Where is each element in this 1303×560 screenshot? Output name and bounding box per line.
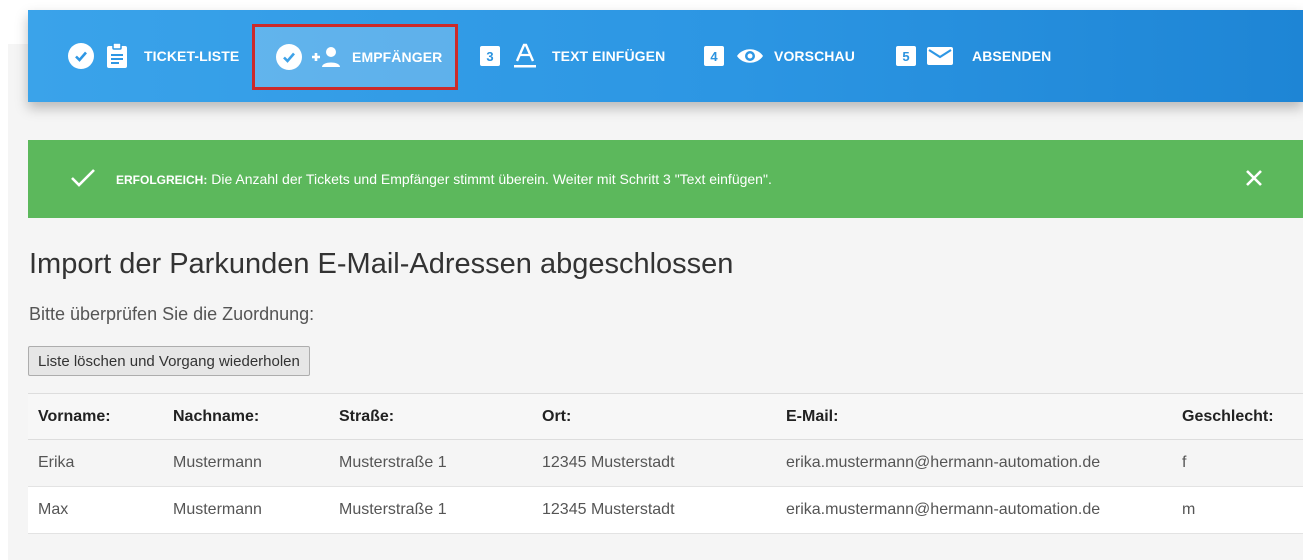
step-empfaenger[interactable]: EMPFÄNGER bbox=[252, 24, 458, 90]
step-number-badge: 4 bbox=[704, 46, 724, 66]
table-cell: Musterstraße 1 bbox=[329, 486, 532, 534]
column-header: E-Mail: bbox=[776, 393, 1172, 440]
eye-icon bbox=[736, 46, 764, 66]
table-cell: erika.mustermann@hermann-automation.de bbox=[776, 486, 1172, 534]
column-header: Straße: bbox=[329, 393, 532, 440]
alert-title: ERFOLGREICH: bbox=[116, 173, 208, 187]
check-circle-icon bbox=[68, 43, 94, 69]
clipboard-icon bbox=[106, 43, 128, 69]
check-circle-icon bbox=[276, 44, 302, 70]
alert-message: ERFOLGREICH: Die Anzahl der Tickets und … bbox=[116, 171, 772, 187]
table-row: Max Mustermann Musterstraße 1 12345 Must… bbox=[28, 486, 1303, 534]
step-label: VORSCHAU bbox=[774, 48, 855, 64]
step-vorschau[interactable]: 4 VORSCHAU bbox=[704, 10, 855, 102]
table-cell: Mustermann bbox=[163, 439, 329, 487]
table-cell: Max bbox=[28, 486, 163, 534]
step-number-badge: 5 bbox=[896, 46, 916, 66]
column-header: Nachname: bbox=[163, 393, 329, 440]
checkmark-icon bbox=[70, 167, 96, 194]
table-header-row: Vorname: Nachname: Straße: Ort: E-Mail: … bbox=[28, 393, 1303, 440]
step-absenden[interactable]: 5 ABSENDEN bbox=[896, 10, 1051, 102]
mail-icon bbox=[926, 46, 954, 66]
step-label: TEXT EINFÜGEN bbox=[552, 48, 666, 64]
table-cell: m bbox=[1172, 486, 1303, 534]
step-ticket-liste[interactable]: TICKET-LISTE bbox=[68, 10, 239, 102]
table-cell: f bbox=[1172, 439, 1303, 487]
close-icon[interactable] bbox=[1243, 167, 1265, 194]
step-label: TICKET-LISTE bbox=[144, 48, 240, 64]
text-format-icon bbox=[512, 43, 538, 69]
table-cell: 12345 Musterstadt bbox=[532, 439, 776, 487]
wizard-stepbar: TICKET-LISTE EMPFÄNGER 3 TEXT EINFÜGEN 4… bbox=[28, 10, 1303, 102]
column-header: Ort: bbox=[532, 393, 776, 440]
table-row: Erika Mustermann Musterstraße 1 12345 Mu… bbox=[28, 439, 1303, 487]
column-header: Vorname: bbox=[28, 393, 163, 440]
table-cell: erika.mustermann@hermann-automation.de bbox=[776, 439, 1172, 487]
table-cell: 12345 Musterstadt bbox=[532, 486, 776, 534]
step-text-einfuegen[interactable]: 3 TEXT EINFÜGEN bbox=[480, 10, 665, 102]
step-label: ABSENDEN bbox=[972, 48, 1052, 64]
step-number-badge: 3 bbox=[480, 46, 500, 66]
step-label: EMPFÄNGER bbox=[352, 49, 443, 65]
table-cell: Mustermann bbox=[163, 486, 329, 534]
table-cell: Erika bbox=[28, 439, 163, 487]
column-header: Geschlecht: bbox=[1172, 393, 1303, 440]
reset-list-button[interactable]: Liste löschen und Vorgang wiederholen bbox=[28, 346, 310, 376]
success-alert: ERFOLGREICH: Die Anzahl der Tickets und … bbox=[28, 140, 1303, 218]
recipients-table: Vorname: Nachname: Straße: Ort: E-Mail: … bbox=[28, 393, 1303, 534]
add-person-icon bbox=[310, 46, 342, 68]
table-cell: Musterstraße 1 bbox=[329, 439, 532, 487]
alert-text: Die Anzahl der Tickets und Empfänger sti… bbox=[207, 171, 772, 187]
page-subtitle: Bitte überprüfen Sie die Zuordnung: bbox=[29, 304, 315, 324]
page-title: Import der Parkunden E-Mail-Adressen abg… bbox=[29, 248, 734, 280]
